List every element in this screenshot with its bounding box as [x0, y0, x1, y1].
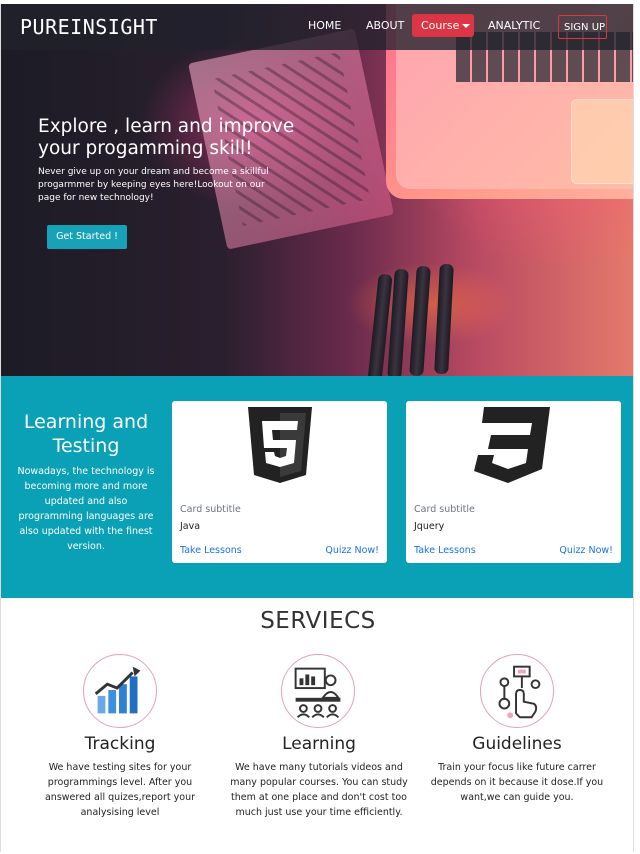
css3-icon: [474, 407, 550, 483]
learning-description: Nowadays, the technology is becoming mor…: [17, 466, 155, 552]
service-name: Guidelines: [472, 734, 562, 754]
hero-pen-decoration: [434, 263, 454, 375]
html5-icon: [248, 407, 312, 483]
card-subtitle: Card subtitle: [180, 504, 241, 515]
service-description: We have many tutorials videos and many p…: [230, 762, 408, 818]
nav-analytic-link[interactable]: ANALYTIC: [488, 19, 540, 32]
nav-about-link[interactable]: ABOUT: [366, 19, 404, 32]
service-icon-circle: [281, 654, 355, 728]
card-subtitle: Card subtitle: [414, 504, 475, 515]
quizz-now-link[interactable]: Quizz Now!: [325, 545, 379, 556]
services-title: SERVIECS: [260, 608, 376, 634]
chart-growth-icon: [94, 666, 141, 714]
card-course-name: Java: [180, 521, 201, 532]
service-description: Train your focus like future carrer depe…: [430, 762, 604, 803]
course-card-java: Card subtitle Java Take Lessons Quizz No…: [172, 401, 387, 563]
hero-pen-decoration: [409, 265, 431, 377]
hero-description: Never give up on your dream and become a…: [38, 167, 269, 203]
quizz-now-link[interactable]: Quizz Now!: [559, 545, 613, 556]
service-name: Tracking: [84, 734, 156, 754]
learning-section: Learning and Testing Nowadays, the techn…: [1, 376, 633, 598]
signup-button[interactable]: SIGN UP: [558, 15, 607, 39]
nav-course-dropdown[interactable]: Course: [412, 14, 474, 37]
course-card-jquery: Card subtitle Jquery Take Lessons Quizz …: [406, 401, 621, 563]
service-name: Learning: [282, 734, 356, 754]
nav-home-link[interactable]: HOME: [308, 19, 341, 32]
service-icon-circle: [480, 654, 554, 728]
card-course-name: Jquery: [414, 521, 445, 532]
hero-title: Explore , learn and improve your progamm…: [38, 116, 295, 159]
brand-logo[interactable]: PUREINSIGHT: [20, 15, 158, 39]
nav-course-label: Course: [421, 19, 460, 32]
presentation-icon: [294, 667, 341, 718]
top-navbar: PUREINSIGHT HOME ABOUT Course ANALYTIC S…: [1, 4, 633, 50]
service-icon-circle: [83, 654, 157, 728]
get-started-button[interactable]: Get Started !: [47, 225, 127, 249]
service-description: We have testing sites for your programmi…: [44, 762, 195, 818]
page-frame: PUREINSIGHT HOME ABOUT Course ANALYTIC S…: [0, 4, 634, 852]
take-lessons-link[interactable]: Take Lessons: [414, 545, 476, 556]
take-lessons-link[interactable]: Take Lessons: [180, 545, 242, 556]
learning-title: Learning and Testing: [23, 411, 149, 457]
touch-network-icon: [498, 665, 541, 719]
caret-down-icon: [462, 24, 471, 28]
hero-section: PUREINSIGHT HOME ABOUT Course ANALYTIC S…: [1, 4, 633, 385]
